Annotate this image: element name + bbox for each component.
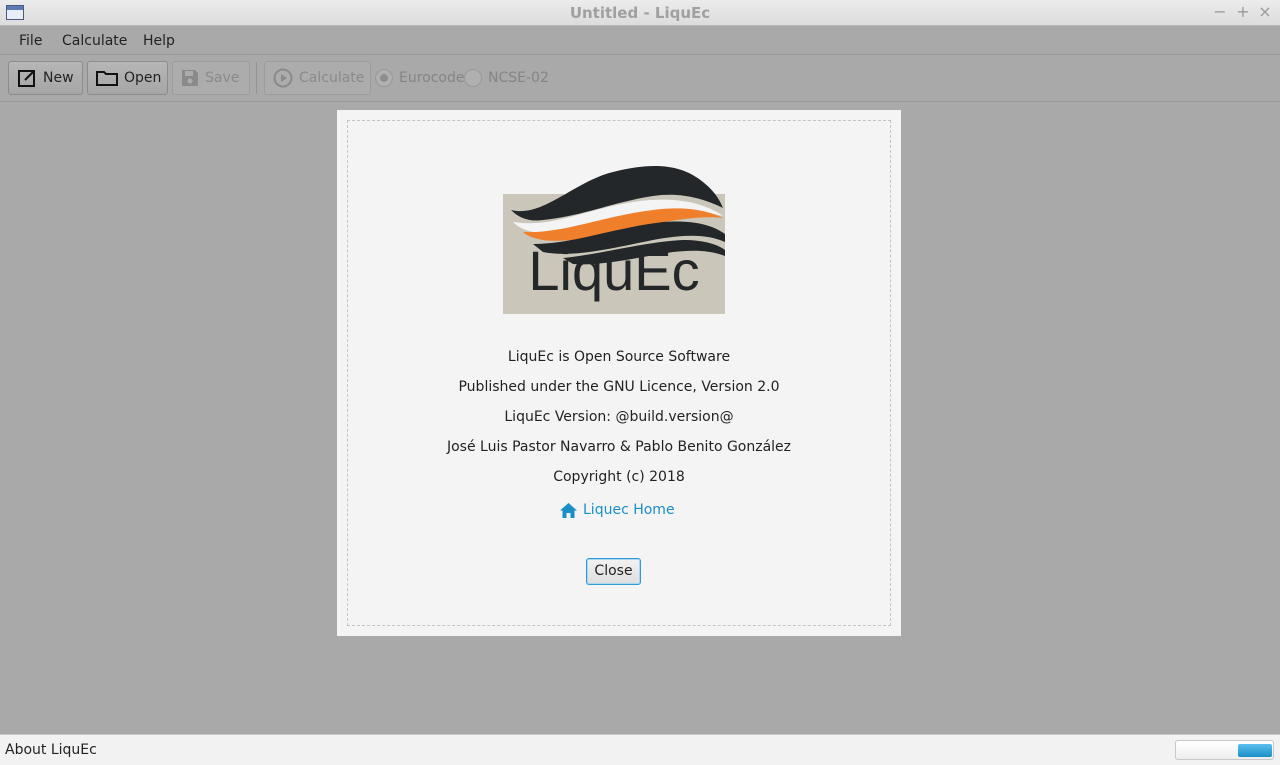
calculate-button-label: Calculate bbox=[299, 70, 365, 86]
about-line-version: LiquEc Version: @build.version@ bbox=[504, 409, 734, 425]
close-window-icon[interactable]: × bbox=[1255, 2, 1275, 22]
open-button-label: Open bbox=[124, 70, 162, 86]
about-line-licence: Published under the GNU Licence, Version… bbox=[458, 379, 780, 395]
menu-calculate[interactable]: Calculate bbox=[62, 33, 127, 49]
radio-ncse-indicator bbox=[464, 69, 482, 87]
status-text: About LiquEc bbox=[5, 742, 97, 758]
save-icon bbox=[182, 70, 198, 86]
progress-indicator bbox=[1175, 740, 1274, 760]
new-button[interactable]: New bbox=[8, 61, 83, 95]
open-button[interactable]: Open bbox=[87, 61, 168, 95]
save-button[interactable]: Save bbox=[172, 61, 250, 95]
menu-file[interactable]: File bbox=[19, 33, 42, 49]
radio-eurocode[interactable]: Eurocode bbox=[375, 69, 465, 87]
menu-help[interactable]: Help bbox=[143, 33, 175, 49]
about-line-open-source: LiquEc is Open Source Software bbox=[507, 349, 731, 365]
menu-bar: File Calculate Help bbox=[0, 27, 1280, 55]
toolbar: New Open Save Calculate Eurocode NCSE-02 bbox=[0, 56, 1280, 102]
liquec-home-link-label: Liquec Home bbox=[583, 502, 675, 518]
maximize-icon[interactable]: + bbox=[1233, 2, 1253, 22]
liquec-logo: LiquEc bbox=[503, 166, 725, 314]
calculate-button[interactable]: Calculate bbox=[264, 61, 371, 95]
home-icon bbox=[560, 502, 577, 518]
liquec-home-link[interactable]: Liquec Home bbox=[560, 502, 675, 518]
radio-ncse-label: NCSE-02 bbox=[488, 70, 549, 86]
window-title: Untitled - LiquEc bbox=[569, 4, 711, 22]
progress-indicator-fill bbox=[1238, 744, 1272, 757]
window-titlebar: Untitled - LiquEc − + × bbox=[0, 0, 1280, 26]
close-button[interactable]: Close bbox=[586, 558, 641, 585]
new-button-label: New bbox=[43, 70, 74, 86]
about-line-authors: José Luis Pastor Navarro & Pablo Benito … bbox=[446, 439, 792, 455]
play-icon bbox=[273, 68, 293, 88]
radio-ncse[interactable]: NCSE-02 bbox=[464, 69, 549, 87]
radio-eurocode-label: Eurocode bbox=[399, 70, 465, 86]
toolbar-separator bbox=[256, 62, 257, 94]
status-bar: About LiquEc bbox=[0, 734, 1280, 765]
radio-eurocode-indicator bbox=[375, 69, 393, 87]
new-document-icon bbox=[18, 70, 35, 87]
logo-text: LiquEc bbox=[528, 239, 699, 302]
about-line-copyright: Copyright (c) 2018 bbox=[553, 469, 685, 485]
folder-icon bbox=[96, 71, 118, 86]
minimize-icon[interactable]: − bbox=[1210, 2, 1230, 22]
save-button-label: Save bbox=[205, 70, 240, 86]
